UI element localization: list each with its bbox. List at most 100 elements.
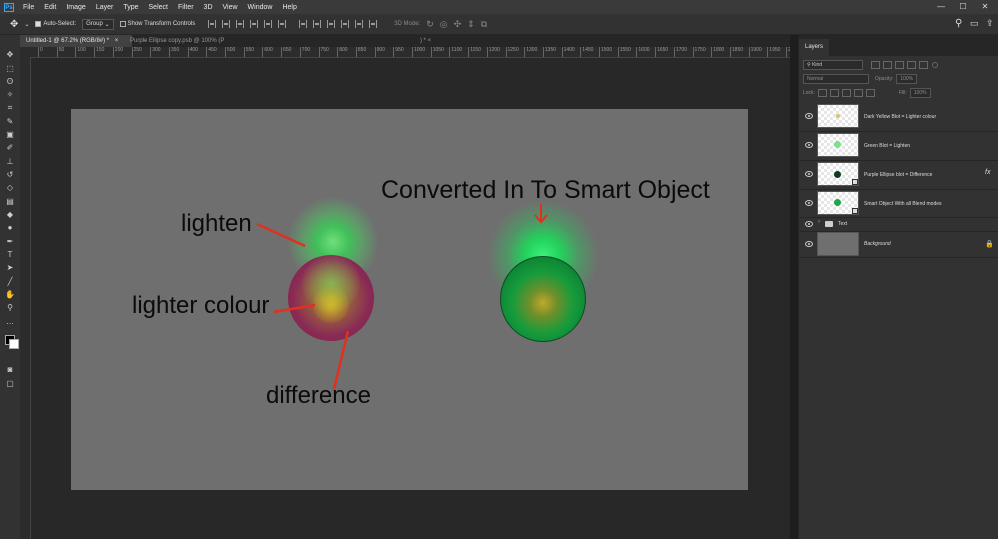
type-icon[interactable]: T [5, 250, 15, 260]
3d-roll-icon[interactable]: ◎ [440, 19, 448, 30]
fx-icon[interactable]: fx [985, 169, 990, 176]
align-bottom-icon[interactable] [278, 20, 287, 28]
lasso-icon[interactable]: ʘ [5, 77, 15, 87]
tab-untitled-1[interactable]: Untitled-1 @ 67.2% (RGB/8#) * × [20, 35, 132, 47]
ruler-tick-label: 1850 [729, 47, 743, 57]
quick-mask-icon[interactable]: ◙ [5, 365, 15, 375]
chevron-right-icon[interactable]: › [818, 219, 820, 225]
healing-brush-icon[interactable]: ▣ [5, 130, 15, 140]
align-middle-icon[interactable] [264, 20, 273, 28]
auto-select-checkbox[interactable]: Auto-Select: [35, 21, 76, 27]
menu-layer[interactable]: Layer [96, 4, 114, 11]
magic-wand-icon[interactable]: ✧ [5, 90, 15, 100]
visibility-eye-icon[interactable] [805, 241, 813, 247]
gradient-icon[interactable]: ▤ [5, 197, 15, 207]
distribute-bottom-icon[interactable] [327, 20, 336, 28]
3d-slide-icon[interactable]: ⇕ [467, 19, 475, 30]
path-selection-icon[interactable]: ➤ [5, 263, 15, 273]
layer-row[interactable]: Smart Object With all Blend modes [799, 189, 998, 218]
share-icon[interactable]: ⇪ [986, 18, 994, 29]
filter-shape-icon[interactable] [907, 61, 916, 69]
align-right-icon[interactable] [236, 20, 245, 28]
layer-row[interactable]: Green Blot = Lighten [799, 131, 998, 161]
lock-transparent-icon[interactable] [817, 89, 827, 97]
crop-icon[interactable]: ⌗ [5, 103, 15, 113]
menu-filter[interactable]: Filter [178, 4, 194, 11]
filter-toggle-icon[interactable] [932, 62, 938, 68]
align-top-icon[interactable] [250, 20, 259, 28]
menu-image[interactable]: Image [66, 4, 85, 11]
distribute-right-icon[interactable] [369, 20, 378, 28]
search-icon[interactable]: ⚲ [955, 18, 962, 29]
visibility-eye-icon[interactable] [805, 113, 813, 119]
filter-kind-dropdown[interactable]: ⚲ Kind [803, 60, 863, 70]
screen-mode-icon[interactable]: ▢ [5, 379, 15, 389]
filter-type-icon[interactable] [895, 61, 904, 69]
blur-icon[interactable]: ◆ [5, 210, 15, 220]
workspace-icon[interactable]: ▭ [970, 18, 979, 29]
filter-adjustment-icon[interactable] [883, 61, 892, 69]
minimize-icon[interactable]: — [930, 0, 952, 14]
document-canvas[interactable]: lighten lighter colour difference Conver… [71, 109, 748, 490]
align-center-icon[interactable] [222, 20, 231, 28]
auto-select-dropdown[interactable]: Group ⌄ [82, 18, 114, 30]
brush-icon[interactable]: ✐ [5, 143, 15, 153]
chevron-down-icon[interactable]: ⌄ [24, 21, 29, 28]
layer-row[interactable]: Dark Yellow Blot = Lighter colour [799, 102, 998, 132]
menu-view[interactable]: View [223, 4, 238, 11]
menu-file[interactable]: File [23, 4, 34, 11]
lock-position-icon[interactable] [841, 89, 851, 97]
zoom-icon[interactable]: ⚲ [5, 303, 15, 313]
filter-smart-object-icon[interactable] [919, 61, 928, 69]
move-icon[interactable]: ✥ [5, 50, 15, 60]
menu-help[interactable]: Help [282, 4, 296, 11]
3d-scale-icon[interactable]: ⧉ [481, 19, 487, 30]
distribute-middle-icon[interactable] [313, 20, 322, 28]
green-blot-thumb [834, 141, 841, 148]
visibility-eye-icon[interactable] [805, 221, 813, 227]
menu-edit[interactable]: Edit [44, 4, 56, 11]
dodge-icon[interactable]: ● [5, 223, 15, 233]
distribute-center-icon[interactable] [355, 20, 364, 28]
move-tool-icon[interactable]: ✥ [10, 19, 18, 30]
visibility-eye-icon[interactable] [805, 200, 813, 206]
hand-icon[interactable]: ✋ [5, 290, 15, 300]
distribute-top-icon[interactable] [299, 20, 308, 28]
tab-close-icon[interactable]: ) * × [420, 35, 431, 47]
menu-type[interactable]: Type [123, 4, 138, 11]
tab-purple-ellipse[interactable]: Purple Ellipse copy.psb @ 100% (P ) * × [124, 35, 454, 47]
layer-group-row[interactable]: › Text [799, 217, 998, 232]
layers-tab[interactable]: Layers [799, 39, 830, 56]
history-brush-icon[interactable]: ↺ [5, 170, 15, 180]
pen-icon[interactable]: ✒ [5, 237, 15, 247]
lock-all-icon[interactable] [865, 89, 875, 97]
tab-close-icon[interactable]: × [115, 38, 119, 44]
eraser-icon[interactable]: ◇ [5, 183, 15, 193]
blend-mode-dropdown[interactable]: Normal [803, 74, 869, 84]
distribute-left-icon[interactable] [341, 20, 350, 28]
menu-select[interactable]: Select [149, 4, 168, 11]
background-color-swatch[interactable] [9, 339, 19, 349]
fill-input[interactable]: 100% [909, 88, 931, 98]
layer-row[interactable]: Background 🔒 [799, 231, 998, 258]
show-transform-checkbox[interactable]: Show Transform Controls [119, 21, 195, 27]
menu-window[interactable]: Window [248, 4, 273, 11]
close-window-icon[interactable]: ✕ [974, 0, 996, 14]
3d-drag-icon[interactable]: ✣ [454, 19, 462, 30]
marquee-icon[interactable]: ⬚ [5, 64, 15, 74]
3d-rotate-icon[interactable]: ↻ [426, 19, 434, 30]
visibility-eye-icon[interactable] [805, 171, 813, 177]
line-icon[interactable]: ╱ [5, 277, 15, 287]
layer-row[interactable]: Purple Ellipse blot = Difference fx [799, 160, 998, 190]
menu-3d[interactable]: 3D [204, 4, 213, 11]
eyedropper-icon[interactable]: ✎ [5, 117, 15, 127]
visibility-eye-icon[interactable] [805, 142, 813, 148]
align-left-icon[interactable] [208, 20, 217, 28]
maximize-icon[interactable]: ☐ [952, 0, 974, 14]
filter-pixel-icon[interactable] [871, 61, 880, 69]
lock-pixels-icon[interactable] [829, 89, 839, 97]
clone-stamp-icon[interactable]: ⊥ [5, 157, 15, 167]
lock-artboard-icon[interactable] [853, 89, 863, 97]
more-tools-icon[interactable]: … [5, 317, 15, 327]
opacity-input[interactable]: 100% [896, 74, 918, 84]
